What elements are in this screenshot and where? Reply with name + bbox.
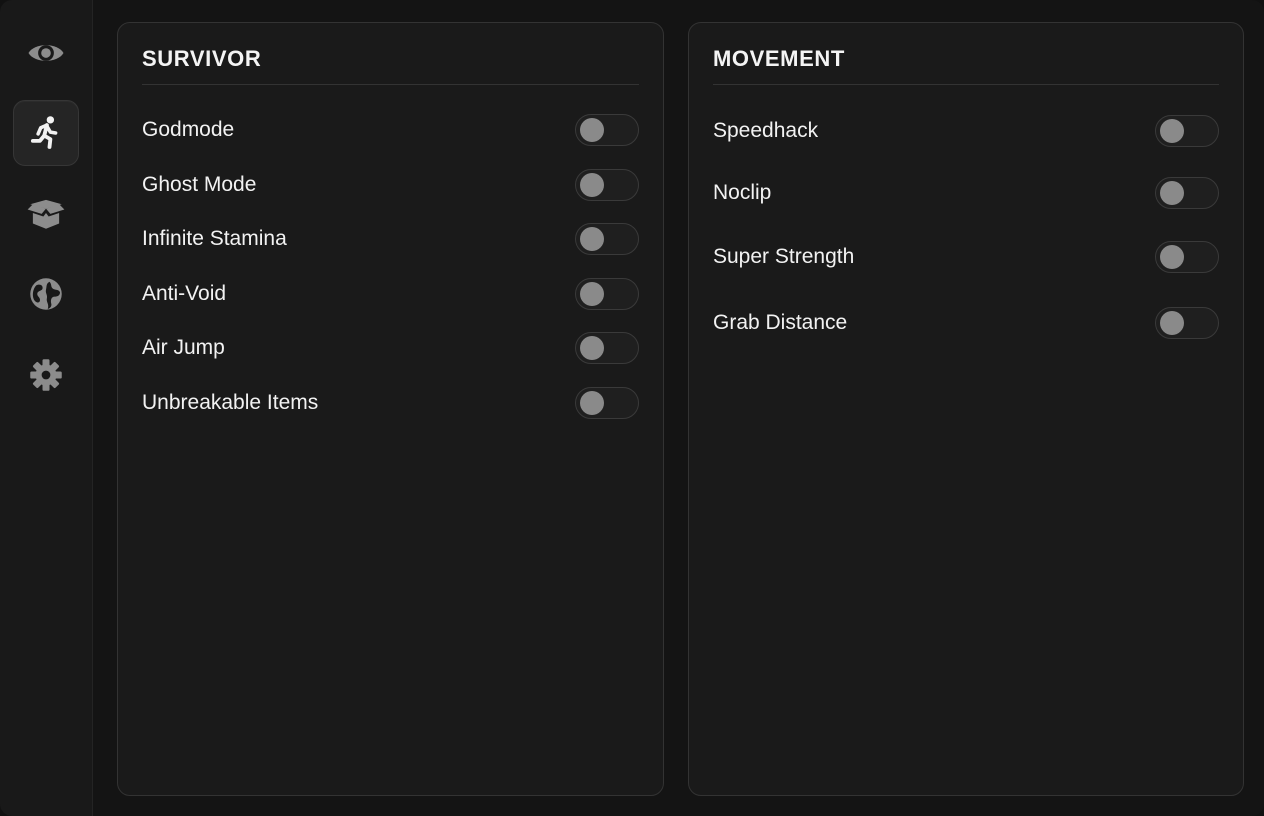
divider [713, 84, 1219, 85]
toggle-knob [580, 173, 604, 197]
grab-distance-toggle[interactable] [1155, 307, 1219, 339]
infinite-stamina-toggle[interactable] [575, 223, 639, 255]
sidebar-item-visuals[interactable] [13, 20, 79, 86]
app-window: SURVIVOR Godmode Ghost Mode Infinite Sta… [0, 0, 1264, 816]
sidebar-item-player[interactable] [13, 100, 79, 166]
toggle-knob [1160, 245, 1184, 269]
option-row-grab-distance: Grab Distance [713, 306, 1219, 340]
sidebar [0, 0, 93, 816]
option-row-speedhack: Speedhack [713, 114, 1219, 148]
toggle-knob [1160, 311, 1184, 335]
toggle-knob [580, 282, 604, 306]
option-row-noclip: Noclip [713, 176, 1219, 210]
toggle-knob [580, 118, 604, 142]
toggle-knob [580, 391, 604, 415]
option-label: Speedhack [713, 119, 819, 142]
anti-void-toggle[interactable] [575, 278, 639, 310]
divider [142, 84, 639, 85]
box-icon [25, 192, 67, 234]
ghost-mode-toggle[interactable] [575, 169, 639, 201]
toggle-knob [580, 227, 604, 251]
survivor-panel: SURVIVOR Godmode Ghost Mode Infinite Sta… [117, 22, 664, 796]
movement-panel-title: MOVEMENT [713, 46, 845, 71]
gear-icon [25, 354, 67, 396]
option-row-air-jump: Air Jump [142, 331, 639, 365]
option-label: Anti-Void [142, 282, 227, 305]
option-label: Noclip [713, 181, 772, 204]
unbreakable-items-toggle[interactable] [575, 387, 639, 419]
option-row-infinite-stamina: Infinite Stamina [142, 222, 639, 256]
movement-panel: MOVEMENT Speedhack Noclip Super Strength… [688, 22, 1244, 796]
option-row-godmode: Godmode [142, 113, 639, 147]
sidebar-item-world[interactable] [13, 261, 79, 327]
noclip-toggle[interactable] [1155, 177, 1219, 209]
option-row-super-strength: Super Strength [713, 240, 1219, 274]
toggle-knob [580, 336, 604, 360]
globe-icon [25, 273, 67, 315]
option-row-unbreakable-items: Unbreakable Items [142, 386, 639, 420]
option-label: Infinite Stamina [142, 227, 287, 250]
speedhack-toggle[interactable] [1155, 115, 1219, 147]
eye-icon [25, 32, 67, 74]
air-jump-toggle[interactable] [575, 332, 639, 364]
toggle-knob [1160, 181, 1184, 205]
option-label: Super Strength [713, 245, 855, 268]
godmode-toggle[interactable] [575, 114, 639, 146]
toggle-knob [1160, 119, 1184, 143]
option-row-anti-void: Anti-Void [142, 277, 639, 311]
option-label: Unbreakable Items [142, 391, 319, 414]
sidebar-item-items[interactable] [13, 180, 79, 246]
option-label: Ghost Mode [142, 173, 257, 196]
running-person-icon [25, 112, 67, 154]
option-label: Godmode [142, 118, 235, 141]
option-label: Grab Distance [713, 311, 848, 334]
super-strength-toggle[interactable] [1155, 241, 1219, 273]
option-row-ghost-mode: Ghost Mode [142, 168, 639, 202]
option-label: Air Jump [142, 336, 225, 359]
sidebar-item-settings[interactable] [13, 342, 79, 408]
survivor-panel-title: SURVIVOR [142, 46, 262, 71]
